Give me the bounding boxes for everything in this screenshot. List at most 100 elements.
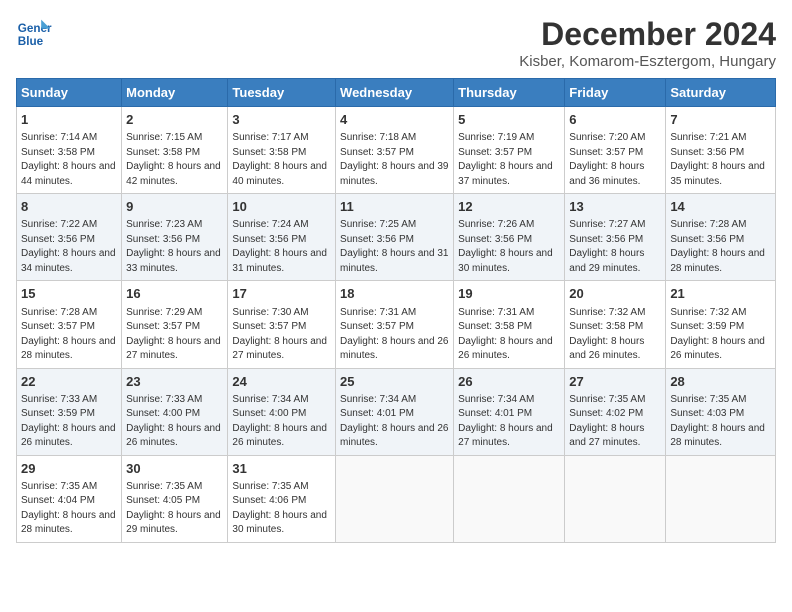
sunrise-label: Sunrise: 7:24 AM — [232, 219, 308, 230]
sunset-label: Sunset: 3:56 PM — [232, 234, 306, 245]
daylight-label: Daylight: 8 hours and 42 minutes. — [126, 161, 221, 187]
day-info: Sunrise: 7:26 AM Sunset: 3:56 PM Dayligh… — [458, 218, 560, 276]
calendar-cell: 22 Sunrise: 7:33 AM Sunset: 3:59 PM Dayl… — [17, 368, 122, 455]
sunrise-label: Sunrise: 7:35 AM — [569, 394, 645, 405]
day-info: Sunrise: 7:27 AM Sunset: 3:56 PM Dayligh… — [569, 218, 661, 276]
sunset-label: Sunset: 3:57 PM — [126, 321, 200, 332]
day-info: Sunrise: 7:34 AM Sunset: 4:01 PM Dayligh… — [458, 393, 560, 451]
header-wednesday: Wednesday — [336, 79, 454, 107]
calendar-cell: 21 Sunrise: 7:32 AM Sunset: 3:59 PM Dayl… — [666, 281, 776, 368]
day-info: Sunrise: 7:14 AM Sunset: 3:58 PM Dayligh… — [21, 131, 117, 189]
daylight-label: Daylight: 8 hours and 26 minutes. — [569, 336, 644, 362]
sunset-label: Sunset: 3:57 PM — [21, 321, 95, 332]
sunset-label: Sunset: 3:56 PM — [340, 234, 414, 245]
day-number: 19 — [458, 285, 560, 303]
day-number: 25 — [340, 373, 449, 391]
sunset-label: Sunset: 4:01 PM — [340, 408, 414, 419]
sunrise-label: Sunrise: 7:20 AM — [569, 132, 645, 143]
sunrise-label: Sunrise: 7:33 AM — [126, 394, 202, 405]
sunrise-label: Sunrise: 7:32 AM — [569, 307, 645, 318]
sunset-label: Sunset: 3:56 PM — [126, 234, 200, 245]
calendar-cell: 26 Sunrise: 7:34 AM Sunset: 4:01 PM Dayl… — [454, 368, 565, 455]
sunrise-label: Sunrise: 7:28 AM — [670, 219, 746, 230]
day-number: 6 — [569, 111, 661, 129]
sunrise-label: Sunrise: 7:27 AM — [569, 219, 645, 230]
sunrise-label: Sunrise: 7:26 AM — [458, 219, 534, 230]
sunrise-label: Sunrise: 7:32 AM — [670, 307, 746, 318]
day-info: Sunrise: 7:15 AM Sunset: 3:58 PM Dayligh… — [126, 131, 223, 189]
sunrise-label: Sunrise: 7:34 AM — [232, 394, 308, 405]
calendar-cell: 28 Sunrise: 7:35 AM Sunset: 4:03 PM Dayl… — [666, 368, 776, 455]
day-number: 27 — [569, 373, 661, 391]
day-info: Sunrise: 7:31 AM Sunset: 3:58 PM Dayligh… — [458, 306, 560, 364]
sunset-label: Sunset: 3:58 PM — [232, 147, 306, 158]
day-info: Sunrise: 7:35 AM Sunset: 4:02 PM Dayligh… — [569, 393, 661, 451]
calendar-week-row: 8 Sunrise: 7:22 AM Sunset: 3:56 PM Dayli… — [17, 194, 776, 281]
sunset-label: Sunset: 3:56 PM — [670, 234, 744, 245]
calendar-week-row: 15 Sunrise: 7:28 AM Sunset: 3:57 PM Dayl… — [17, 281, 776, 368]
calendar-cell: 12 Sunrise: 7:26 AM Sunset: 3:56 PM Dayl… — [454, 194, 565, 281]
day-info: Sunrise: 7:23 AM Sunset: 3:56 PM Dayligh… — [126, 218, 223, 276]
sunrise-label: Sunrise: 7:19 AM — [458, 132, 534, 143]
day-info: Sunrise: 7:29 AM Sunset: 3:57 PM Dayligh… — [126, 306, 223, 364]
calendar-cell: 15 Sunrise: 7:28 AM Sunset: 3:57 PM Dayl… — [17, 281, 122, 368]
sunset-label: Sunset: 3:57 PM — [340, 321, 414, 332]
svg-text:Blue: Blue — [18, 35, 44, 48]
calendar-cell — [565, 455, 666, 542]
sunset-label: Sunset: 3:58 PM — [21, 147, 95, 158]
day-info: Sunrise: 7:35 AM Sunset: 4:04 PM Dayligh… — [21, 480, 117, 538]
page-header: General Blue December 2024 Kisber, Komar… — [16, 16, 776, 70]
sunset-label: Sunset: 4:04 PM — [21, 495, 95, 506]
day-number: 30 — [126, 460, 223, 478]
calendar-week-row: 1 Sunrise: 7:14 AM Sunset: 3:58 PM Dayli… — [17, 107, 776, 194]
daylight-label: Daylight: 8 hours and 33 minutes. — [126, 248, 221, 274]
day-info: Sunrise: 7:20 AM Sunset: 3:57 PM Dayligh… — [569, 131, 661, 189]
header-tuesday: Tuesday — [228, 79, 336, 107]
day-info: Sunrise: 7:28 AM Sunset: 3:56 PM Dayligh… — [670, 218, 771, 276]
calendar-cell — [336, 455, 454, 542]
sunrise-label: Sunrise: 7:35 AM — [670, 394, 746, 405]
sunrise-label: Sunrise: 7:35 AM — [21, 481, 97, 492]
daylight-label: Daylight: 8 hours and 28 minutes. — [21, 336, 116, 362]
calendar-cell: 17 Sunrise: 7:30 AM Sunset: 3:57 PM Dayl… — [228, 281, 336, 368]
sunset-label: Sunset: 4:03 PM — [670, 408, 744, 419]
calendar-cell: 30 Sunrise: 7:35 AM Sunset: 4:05 PM Dayl… — [122, 455, 228, 542]
day-number: 17 — [232, 285, 331, 303]
day-number: 23 — [126, 373, 223, 391]
daylight-label: Daylight: 8 hours and 26 minutes. — [340, 423, 448, 449]
day-number: 24 — [232, 373, 331, 391]
daylight-label: Daylight: 8 hours and 34 minutes. — [21, 248, 116, 274]
daylight-label: Daylight: 8 hours and 27 minutes. — [458, 423, 553, 449]
day-info: Sunrise: 7:33 AM Sunset: 4:00 PM Dayligh… — [126, 393, 223, 451]
day-number: 13 — [569, 198, 661, 216]
day-number: 10 — [232, 198, 331, 216]
daylight-label: Daylight: 8 hours and 26 minutes. — [340, 336, 448, 362]
sunset-label: Sunset: 4:05 PM — [126, 495, 200, 506]
daylight-label: Daylight: 8 hours and 27 minutes. — [126, 336, 221, 362]
calendar-header-row: SundayMondayTuesdayWednesdayThursdayFrid… — [17, 79, 776, 107]
calendar-cell: 1 Sunrise: 7:14 AM Sunset: 3:58 PM Dayli… — [17, 107, 122, 194]
calendar-cell: 7 Sunrise: 7:21 AM Sunset: 3:56 PM Dayli… — [666, 107, 776, 194]
sunrise-label: Sunrise: 7:34 AM — [458, 394, 534, 405]
day-number: 16 — [126, 285, 223, 303]
page-title: December 2024 — [519, 16, 776, 53]
daylight-label: Daylight: 8 hours and 26 minutes. — [458, 336, 553, 362]
daylight-label: Daylight: 8 hours and 44 minutes. — [21, 161, 116, 187]
calendar-week-row: 29 Sunrise: 7:35 AM Sunset: 4:04 PM Dayl… — [17, 455, 776, 542]
daylight-label: Daylight: 8 hours and 31 minutes. — [232, 248, 327, 274]
sunset-label: Sunset: 4:01 PM — [458, 408, 532, 419]
calendar-cell: 19 Sunrise: 7:31 AM Sunset: 3:58 PM Dayl… — [454, 281, 565, 368]
sunset-label: Sunset: 3:59 PM — [21, 408, 95, 419]
daylight-label: Daylight: 8 hours and 39 minutes. — [340, 161, 448, 187]
calendar-cell: 24 Sunrise: 7:34 AM Sunset: 4:00 PM Dayl… — [228, 368, 336, 455]
calendar-cell: 5 Sunrise: 7:19 AM Sunset: 3:57 PM Dayli… — [454, 107, 565, 194]
sunset-label: Sunset: 3:58 PM — [458, 321, 532, 332]
day-number: 26 — [458, 373, 560, 391]
daylight-label: Daylight: 8 hours and 35 minutes. — [670, 161, 765, 187]
sunrise-label: Sunrise: 7:23 AM — [126, 219, 202, 230]
day-number: 5 — [458, 111, 560, 129]
sunrise-label: Sunrise: 7:28 AM — [21, 307, 97, 318]
calendar-cell: 16 Sunrise: 7:29 AM Sunset: 3:57 PM Dayl… — [122, 281, 228, 368]
sunset-label: Sunset: 3:57 PM — [569, 147, 643, 158]
day-info: Sunrise: 7:30 AM Sunset: 3:57 PM Dayligh… — [232, 306, 331, 364]
